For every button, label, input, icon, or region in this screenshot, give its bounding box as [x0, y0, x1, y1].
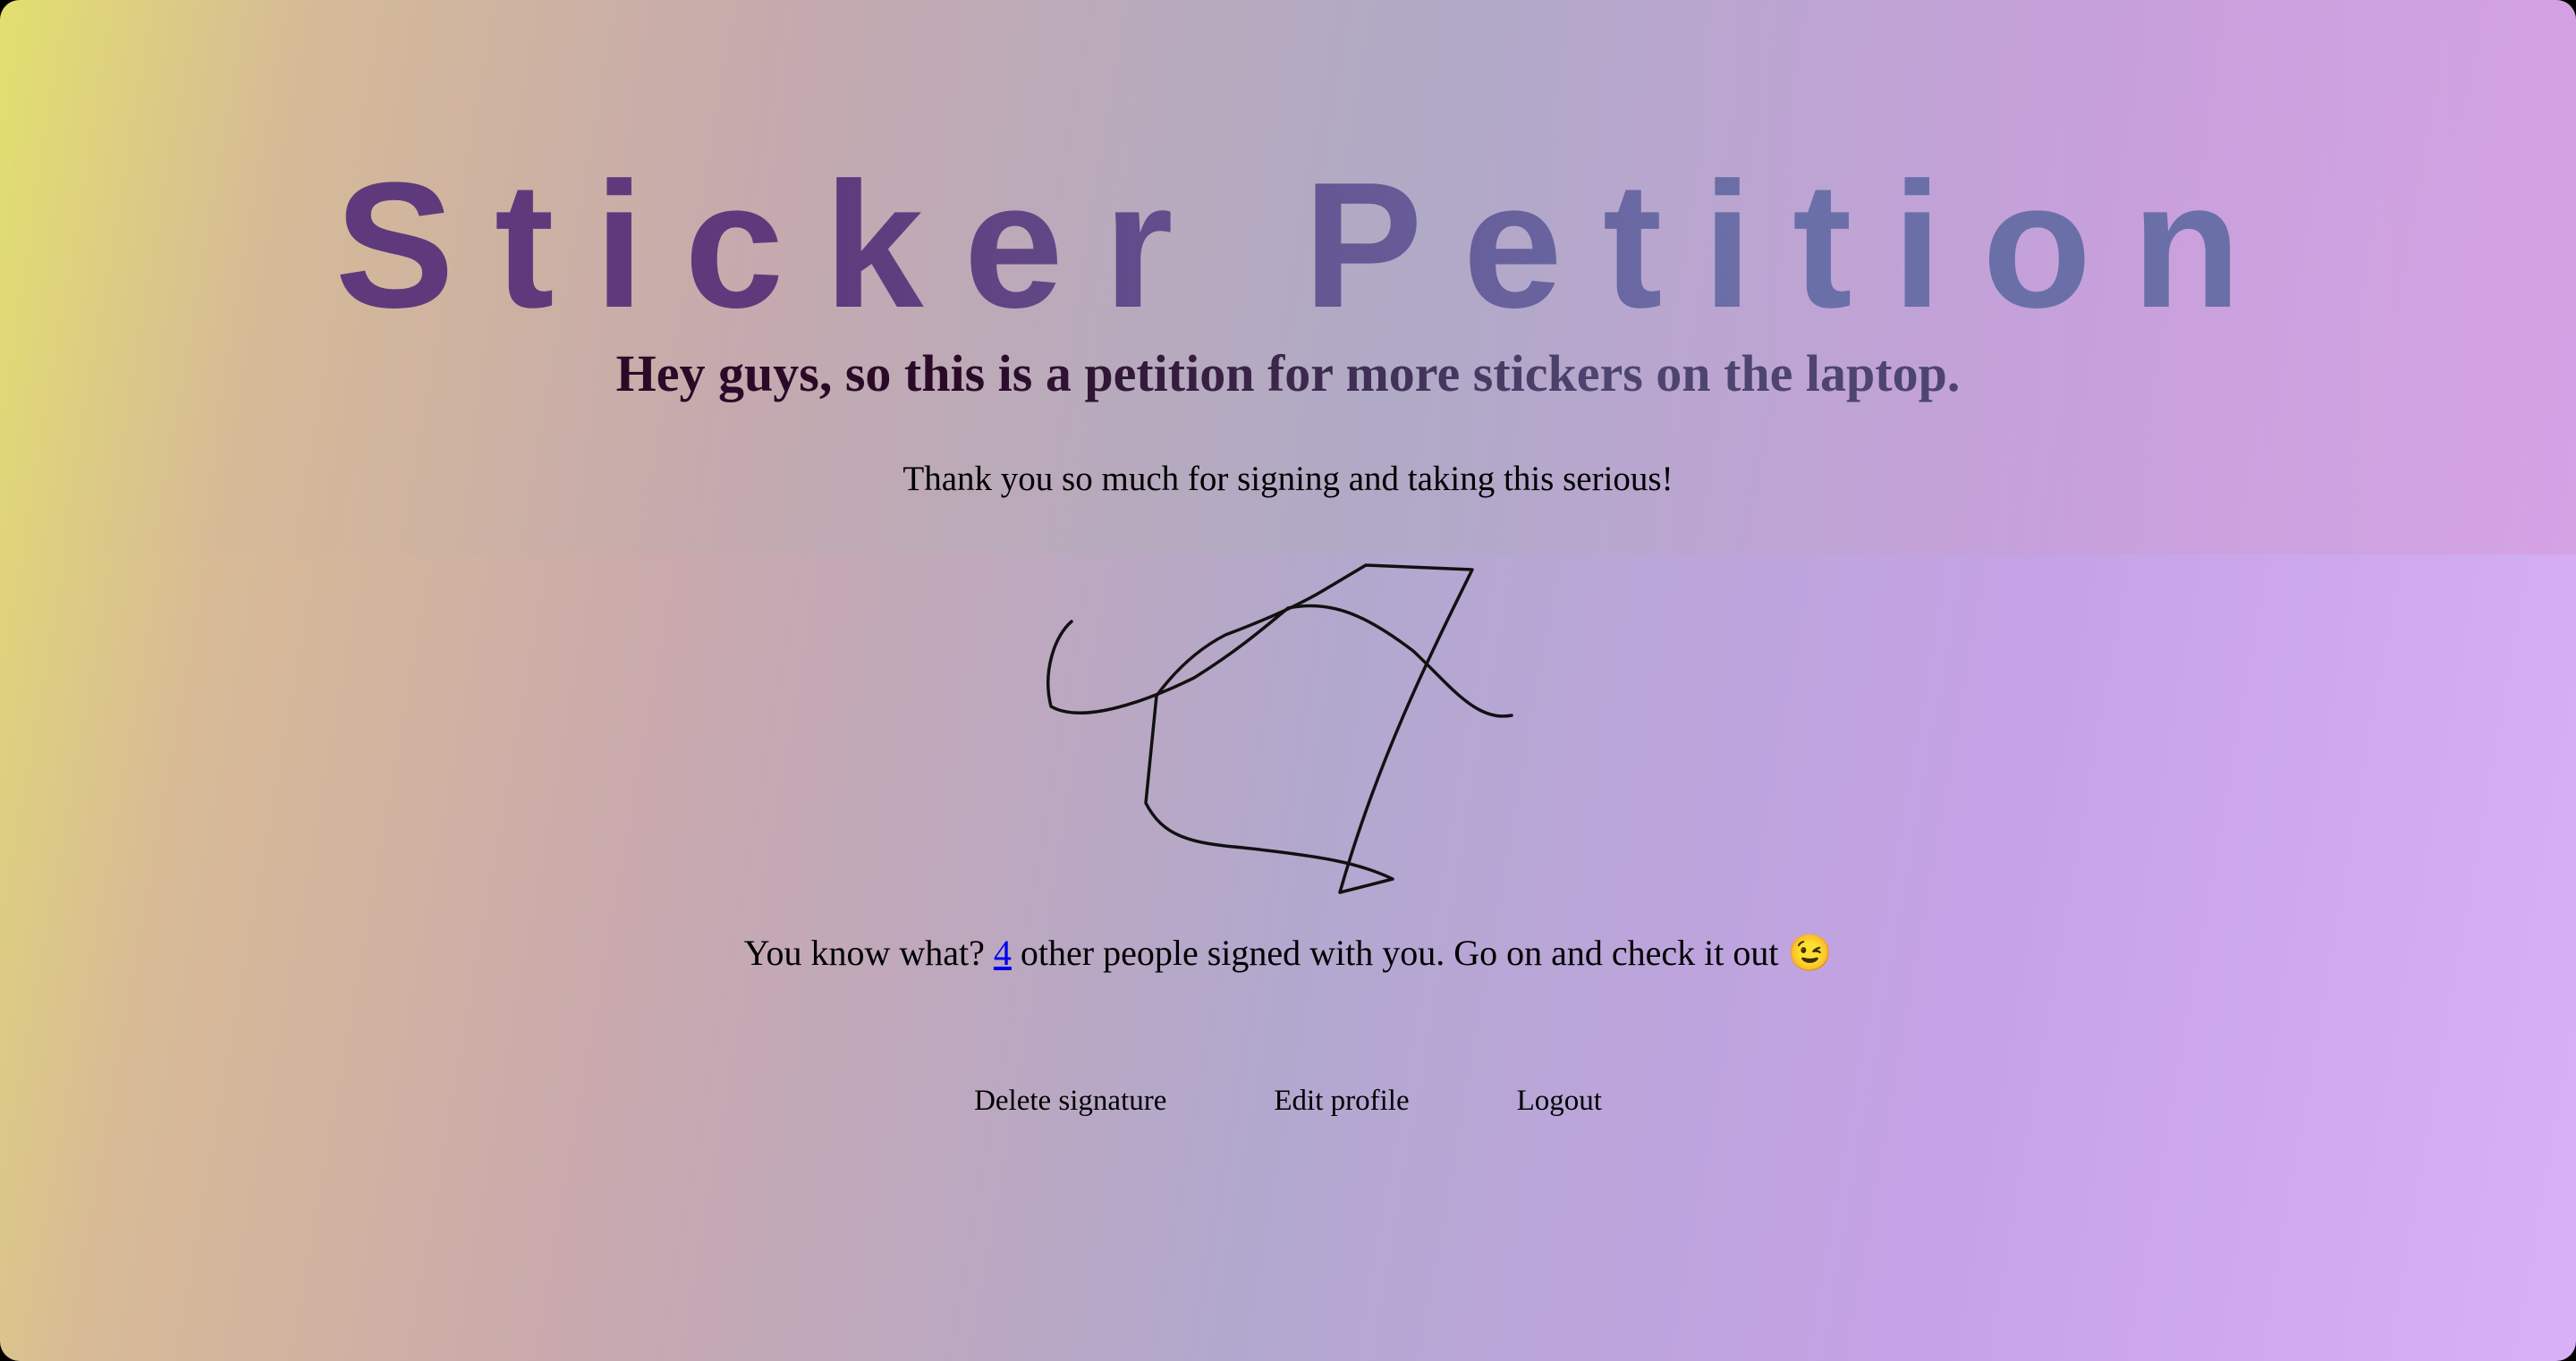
- signers-message: You know what? 4 other people signed wit…: [0, 930, 2576, 976]
- signers-count-link[interactable]: 4: [994, 933, 1012, 973]
- thank-you-message: Thank you so much for signing and taking…: [902, 460, 1674, 498]
- winking-face-icon: 😉: [1787, 933, 1833, 973]
- signers-suffix: other people signed with you. Go on and …: [1020, 933, 1779, 973]
- signature-image: [1046, 563, 1513, 894]
- signers-prefix: You know what?: [743, 933, 985, 973]
- signature-stroke-upper: [1046, 604, 1513, 718]
- signature-stroke-lower: [1144, 563, 1474, 894]
- delete-signature-link[interactable]: Delete signature: [974, 1078, 1166, 1123]
- logout-link[interactable]: Logout: [1517, 1078, 1602, 1123]
- page-title: Sticker Petition: [0, 152, 2576, 340]
- account-nav: Delete signature Edit profile Logout: [0, 1078, 2576, 1123]
- edit-profile-link[interactable]: Edit profile: [1274, 1078, 1409, 1123]
- page-subtitle: Hey guys, so this is a petition for more…: [0, 340, 2576, 408]
- petition-page: Sticker Petition Hey guys, so this is a …: [0, 0, 2576, 1361]
